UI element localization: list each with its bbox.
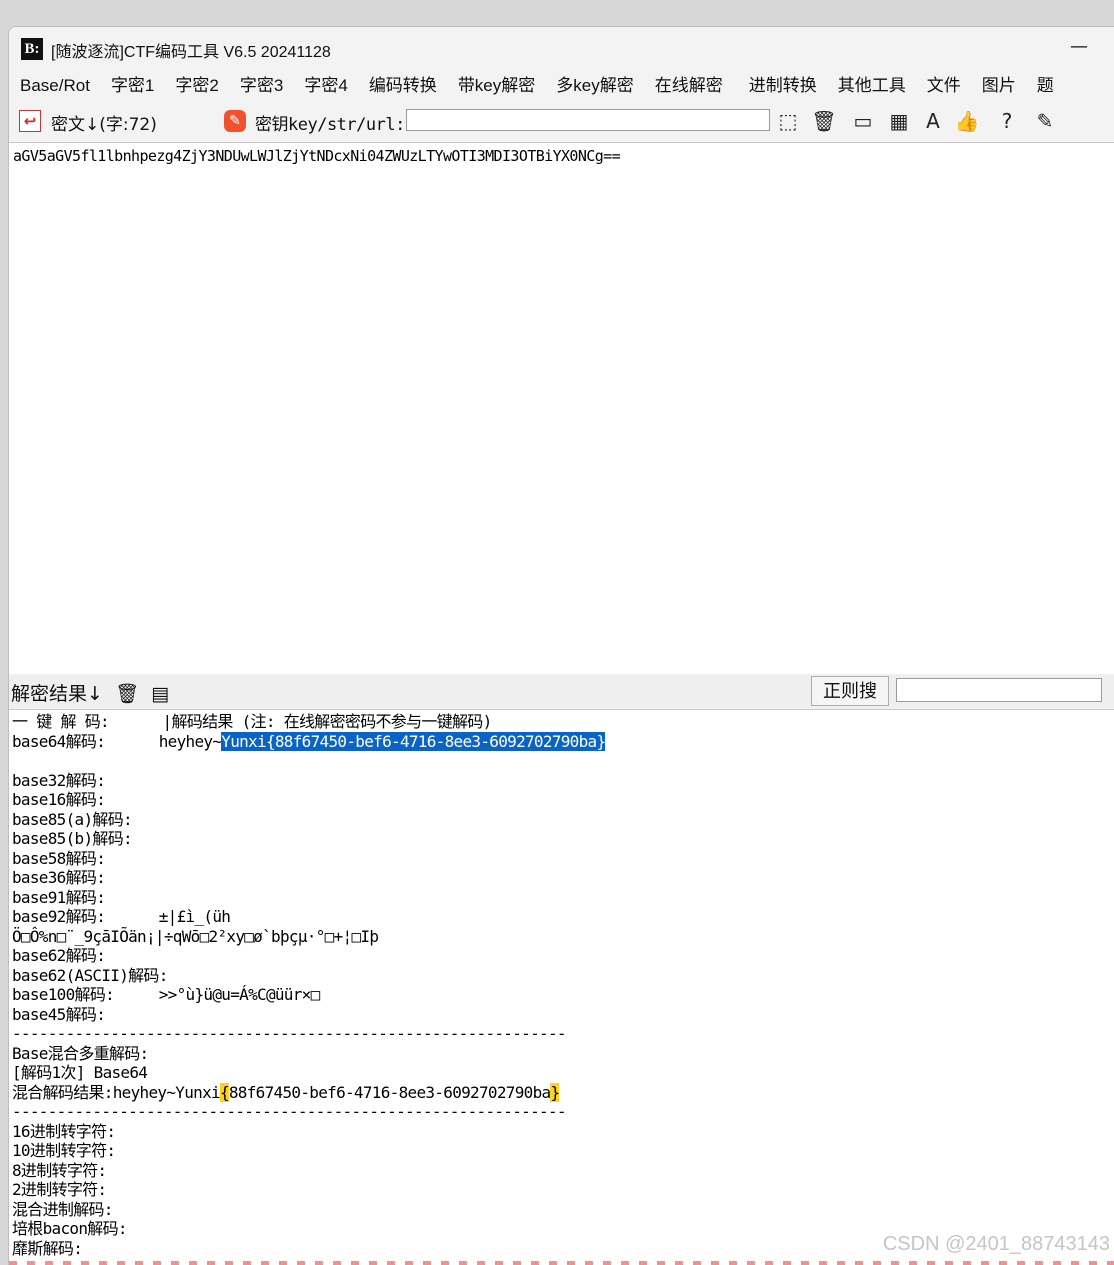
app-logo: B: xyxy=(21,38,43,60)
menu-challenge[interactable]: 题 xyxy=(1026,71,1064,101)
menu-zimi3[interactable]: 字密3 xyxy=(229,71,293,101)
table-icon[interactable]: ▦ xyxy=(885,107,913,135)
menu-zimi2[interactable]: 字密2 xyxy=(164,71,228,101)
result-line: base85(b)解码: xyxy=(12,829,133,848)
title-bar: B: [随波逐流]CTF编码工具 V6.5 20241128 — xyxy=(9,27,1114,69)
result-line: base85(a)解码: xyxy=(12,809,133,829)
result-line: base58解码: xyxy=(12,848,106,868)
minimize-button[interactable]: — xyxy=(1067,35,1091,59)
base92-value: ±|£ì_(üh xyxy=(158,907,231,926)
menu-other-tools[interactable]: 其他工具 xyxy=(827,71,916,101)
menu-base-rot[interactable]: Base/Rot xyxy=(9,71,100,101)
result-line: 靡斯解码: xyxy=(12,1238,83,1258)
help-icon[interactable]: ? xyxy=(993,107,1021,135)
app-window: B: [随波逐流]CTF编码工具 V6.5 20241128 — Base/Ro… xyxy=(8,26,1114,1265)
result-line: base62解码: xyxy=(12,946,106,965)
result-label: 解密结果↓ 🗑 ▤ xyxy=(11,679,169,706)
regex-search-input[interactable] xyxy=(896,678,1102,702)
base100-value: >>°ù}ü@u=Á%C@üür×□ xyxy=(158,985,320,1004)
cipher-label: 密文↓(字:72) xyxy=(51,115,157,135)
key-label: 密钥key/str/url: xyxy=(255,115,405,135)
result-line: base100解码: xyxy=(12,985,115,1004)
result-line: 16进制转字符: xyxy=(12,1121,116,1141)
mix-body: 88f67450-bef6-4716-8ee3-6092702790ba xyxy=(228,1082,551,1102)
mix-prefix: heyhey~Yunxi xyxy=(112,1082,221,1102)
cipher-text: aGV5aGV5fl1lbnhpezg4ZjY3NDUwLWJlZjYtNDcx… xyxy=(13,147,621,165)
terminal-icon[interactable]: ▭ xyxy=(849,107,877,135)
key-input[interactable] xyxy=(406,109,770,131)
result-lines: 一 键 解 码: |解码结果 (注: 在线解密密码不参与一键解码) base64… xyxy=(12,712,606,1258)
result-textarea[interactable]: 一 键 解 码: |解码结果 (注: 在线解密密码不参与一键解码) base64… xyxy=(9,709,1114,1265)
base64-selected-flag: Yunxi{88f67450-bef6-4716-8ee3-6092702790… xyxy=(221,731,606,751)
thumbs-up-icon[interactable]: 👍 xyxy=(953,107,981,135)
result-line: base91解码: xyxy=(12,887,106,907)
cipher-arrow-icon[interactable]: ↩ xyxy=(19,110,41,132)
base64-prefix: heyhey~ xyxy=(158,731,222,751)
result-label-text: 解密结果↓ xyxy=(11,683,103,705)
result-line: 2进制转字符: xyxy=(12,1180,107,1199)
menu-bar: Base/Rot 字密1 字密2 字密3 字密4 编码转换 带key解密 多ke… xyxy=(9,71,1114,101)
result-line: 一 键 解 码: xyxy=(12,712,110,731)
menu-zimi1[interactable]: 字密1 xyxy=(100,71,164,101)
result-line: Ö□Ô%n□¨_9çāIÕän¡|÷qWō□2²xy□ø`bþçµ·°□+¦□I… xyxy=(12,926,379,946)
cursor-select-icon[interactable]: ⬚ xyxy=(774,107,802,135)
result-line: base36解码: xyxy=(12,868,106,887)
menu-file[interactable]: 文件 xyxy=(916,71,971,101)
result-line: 混合解码结果: xyxy=(12,1082,113,1102)
result-line: |解码结果 (注: 在线解密密码不参与一键解码) xyxy=(162,712,493,731)
edit-icon[interactable]: ✎ xyxy=(1031,107,1059,135)
trash-icon[interactable]: 🗑 xyxy=(810,107,838,135)
result-line: Base混合多重解码: xyxy=(12,1043,149,1063)
result-line: base92解码: xyxy=(12,907,106,926)
result-line: ----------------------------------------… xyxy=(12,1024,567,1043)
menu-online-decrypt[interactable]: 在线解密 xyxy=(644,71,733,101)
menu-encoding-convert[interactable]: 编码转换 xyxy=(358,71,447,101)
result-header-bar: 解密结果↓ 🗑 ▤ 正则搜 xyxy=(9,674,1114,708)
result-line: base16解码: xyxy=(12,790,106,809)
copy-icon[interactable]: ▤ xyxy=(151,683,169,705)
result-line: base64解码: xyxy=(12,731,106,751)
regex-search-button[interactable]: 正则搜 xyxy=(811,676,889,706)
menu-image[interactable]: 图片 xyxy=(971,71,1026,101)
result-line: base45解码: xyxy=(12,1004,106,1024)
result-line: ----------------------------------------… xyxy=(12,1102,567,1121)
eraser-icon[interactable]: ✎ xyxy=(224,110,246,132)
menu-base-convert[interactable]: 进制转换 xyxy=(733,71,827,101)
mix-close-brace: } xyxy=(550,1082,560,1102)
menu-key-decrypt[interactable]: 带key解密 xyxy=(447,71,545,101)
result-line: base62(ASCII)解码: xyxy=(12,965,168,985)
result-line: 培根bacon解码: xyxy=(12,1219,128,1238)
trash-icon[interactable]: 🗑 xyxy=(115,683,139,705)
result-line: 混合进制解码: xyxy=(12,1199,113,1219)
result-line: 10进制转字符: xyxy=(12,1141,116,1160)
result-line: 8进制转字符: xyxy=(12,1160,107,1180)
window-title: [随波逐流]CTF编码工具 V6.5 20241128 xyxy=(51,44,331,61)
toolbar: ↩ 密文↓(字:72) ✎ 密钥key/str/url: ⬚ 🗑 ▭ ▦ A 👍… xyxy=(9,105,1114,141)
menu-multi-key-decrypt[interactable]: 多key解密 xyxy=(545,71,643,101)
font-icon[interactable]: A xyxy=(919,107,947,135)
mix-open-brace: { xyxy=(219,1082,230,1102)
menu-zimi4[interactable]: 字密4 xyxy=(293,71,357,101)
result-line: [解码1次] Base64 xyxy=(12,1063,148,1082)
watermark: CSDN @2401_88743143 xyxy=(882,1233,1110,1255)
bottom-status-strip xyxy=(9,1261,1114,1265)
cipher-textarea[interactable]: aGV5aGV5fl1lbnhpezg4ZjY3NDUwLWJlZjYtNDcx… xyxy=(9,142,1114,675)
result-line: base32解码: xyxy=(12,770,106,790)
